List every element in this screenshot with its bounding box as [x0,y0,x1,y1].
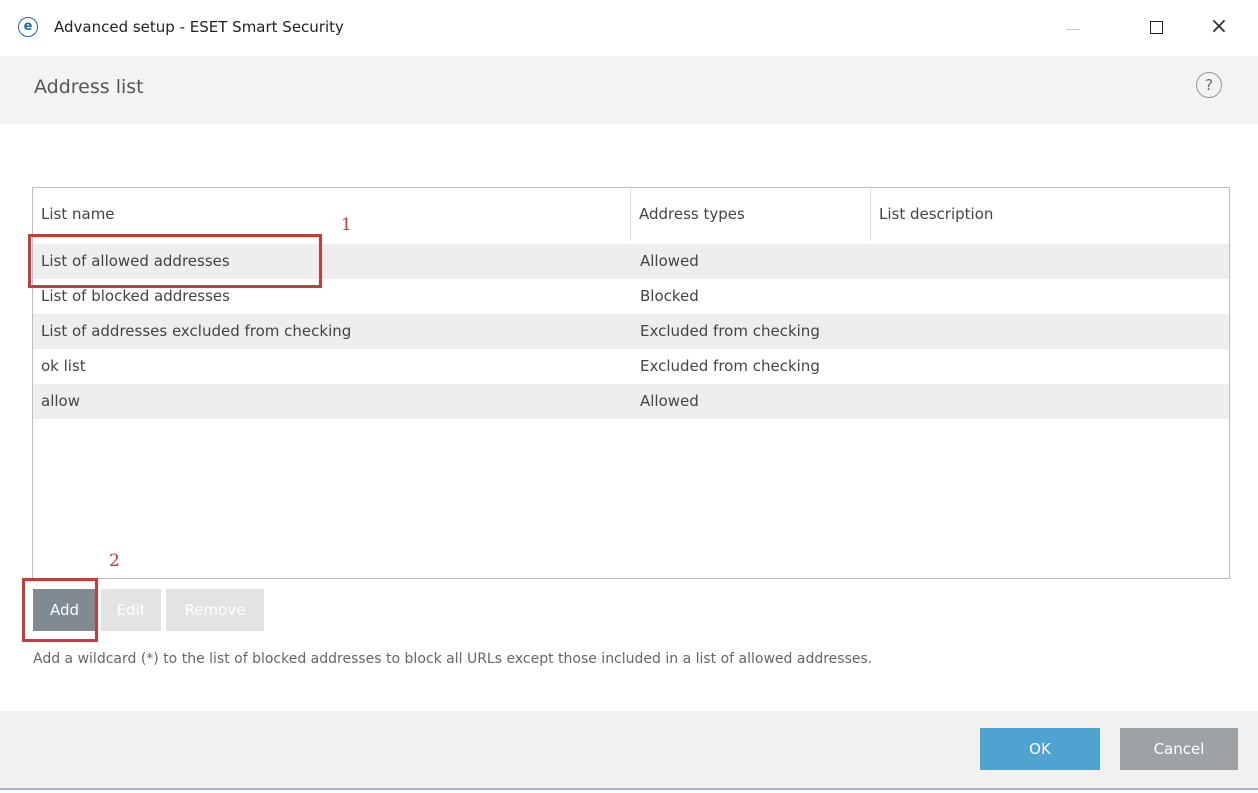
address-type-cell: Blocked [640,287,699,305]
callout-box-add-button [22,578,98,642]
eset-logo-icon: e [18,17,38,37]
callout-box-list-row [28,234,322,288]
list-name-cell: allow [41,392,80,410]
table-row[interactable]: ok list Excluded from checking [33,349,1229,384]
callout-number-1: 1 [341,215,352,235]
footer-divider [0,788,1258,790]
table-row[interactable]: allow Allowed [33,384,1229,419]
column-header-list-description[interactable]: List description [871,188,1229,241]
window-title: Advanced setup - ESET Smart Security [54,18,344,36]
table-row[interactable]: List of addresses excluded from checking… [33,314,1229,349]
list-name-cell: List of addresses excluded from checking [41,322,352,340]
maximize-icon[interactable] [1134,10,1180,44]
close-icon[interactable]: × [1196,10,1242,44]
callout-number-2: 2 [109,551,120,571]
list-name-cell: ok list [41,357,86,375]
help-icon[interactable]: ? [1196,72,1222,98]
edit-button[interactable]: Edit [101,589,161,631]
minimize-icon[interactable] [1050,10,1096,44]
column-header-address-types[interactable]: Address types [631,188,871,241]
page-title: Address list [34,76,144,98]
wildcard-hint: Add a wildcard (*) to the list of blocke… [33,651,873,667]
cancel-button[interactable]: Cancel [1120,728,1238,770]
address-type-cell: Allowed [640,392,699,410]
ok-button[interactable]: OK [980,728,1100,770]
header-band [0,56,1258,124]
remove-button[interactable]: Remove [166,589,264,631]
address-type-cell: Allowed [640,252,699,270]
address-type-cell: Excluded from checking [640,322,820,340]
address-type-cell: Excluded from checking [640,357,820,375]
title-bar: e Advanced setup - ESET Smart Security × [0,0,1258,56]
